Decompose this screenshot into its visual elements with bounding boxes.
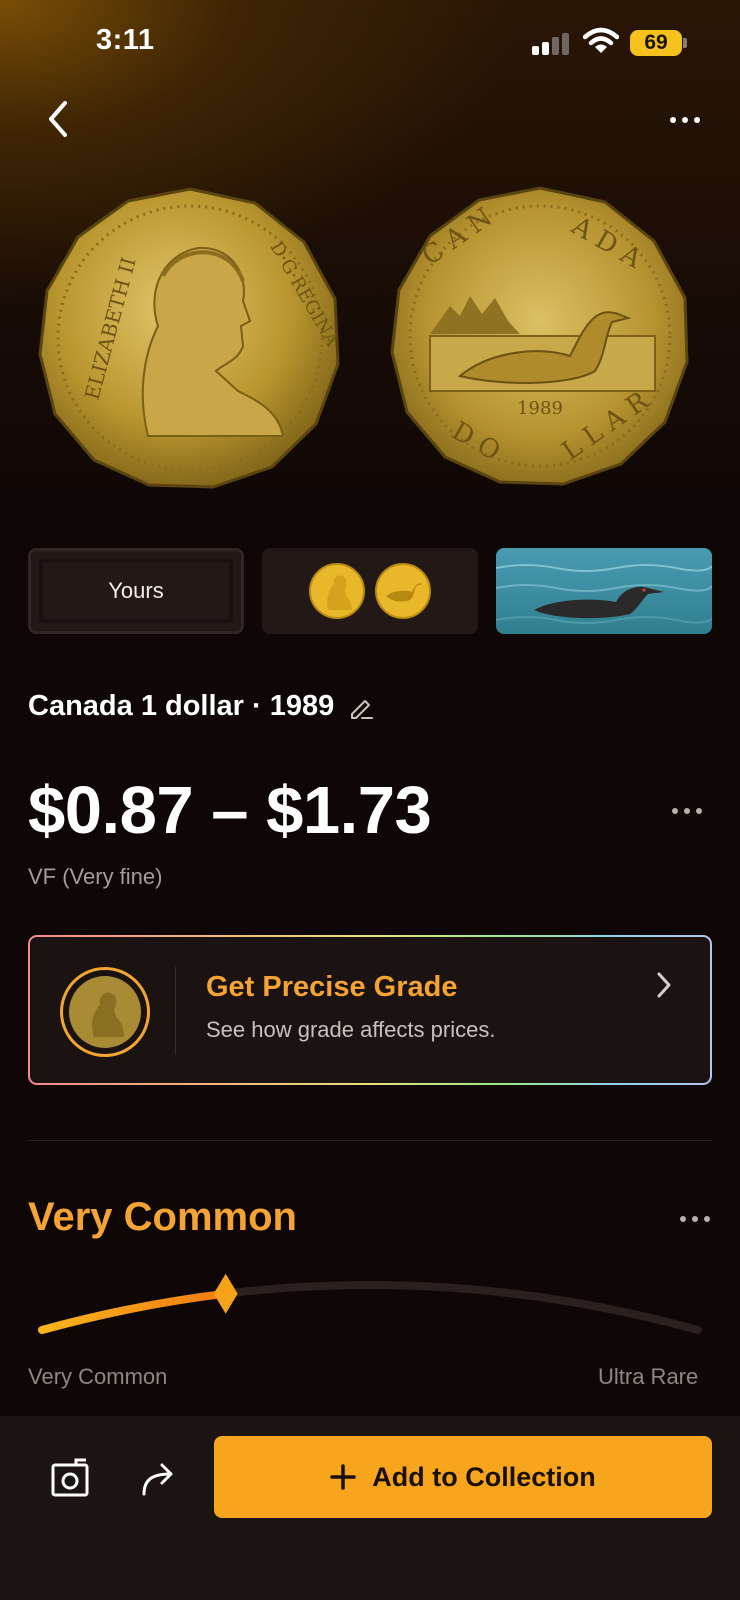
more-dot-icon — [672, 808, 678, 814]
plus-icon — [330, 1464, 356, 1490]
more-dot-icon — [696, 808, 702, 814]
rarity-scale-low-label: Very Common — [28, 1364, 168, 1389]
camera-button[interactable] — [48, 1456, 92, 1500]
share-button[interactable] — [138, 1456, 178, 1500]
coin-obverse-image[interactable]: ELIZABETH II D·G·REGINA — [38, 186, 343, 496]
grade-card-divider — [175, 967, 176, 1055]
rarity-scale — [38, 1273, 702, 1334]
rarity-marker-icon — [213, 1273, 238, 1314]
share-arrow-icon — [142, 1463, 173, 1496]
more-dot-icon — [704, 1216, 710, 1222]
camera-icon — [51, 1458, 89, 1497]
rarity-title: Very Common — [28, 1195, 297, 1239]
coin-obverse-thumbnail — [69, 976, 141, 1048]
more-dot-icon — [692, 1216, 698, 1222]
edit-pencil-icon[interactable] — [348, 694, 374, 720]
back-button[interactable] — [38, 96, 78, 142]
rarity-fill — [38, 1289, 230, 1334]
svg-text:1989: 1989 — [517, 398, 563, 419]
add-to-collection-label: Add to Collection — [372, 1461, 596, 1492]
grade-card-title: Get Precise Grade — [206, 971, 458, 1003]
grade-coin-avatar — [60, 967, 150, 1057]
coin-title: Canada 1 dollar · 1989 — [28, 690, 374, 723]
thumbnail-yours[interactable]: Yours — [28, 548, 244, 634]
thumbnail-reference-coins[interactable] — [262, 548, 478, 634]
add-to-collection-button[interactable]: Add to Collection — [214, 1436, 712, 1518]
cellular-signal-icon — [532, 33, 570, 55]
more-options-button[interactable] — [660, 100, 710, 140]
battery-indicator: 69 — [630, 30, 682, 56]
grade-card-subtitle: See how grade affects prices. — [206, 1017, 496, 1042]
thumbnail-loon-photo[interactable] — [496, 548, 712, 634]
price-more-button[interactable] — [672, 808, 702, 814]
chevron-left-icon — [49, 101, 67, 137]
grade-label: VF (Very fine) — [28, 864, 163, 889]
grade-card-body: Get Precise Grade See how grade affects … — [30, 937, 710, 1083]
more-dot-icon — [670, 117, 676, 123]
price-range: $0.87 – $1.73 — [28, 773, 432, 848]
coin-title-text: Canada 1 dollar · 1989 — [28, 690, 335, 722]
more-dot-icon — [684, 808, 690, 814]
get-precise-grade-card[interactable]: Get Precise Grade See how grade affects … — [28, 935, 712, 1085]
coin-reverse-image[interactable]: 1989 C A N A D A D O L L A R — [390, 186, 690, 491]
battery-tip — [683, 38, 687, 48]
more-dot-icon — [694, 117, 700, 123]
coin-obverse-thumbnail — [309, 563, 365, 619]
more-dot-icon — [680, 1216, 686, 1222]
chevron-right-icon — [657, 972, 671, 998]
wifi-icon — [582, 27, 620, 60]
rarity-more-button[interactable] — [680, 1216, 710, 1222]
rarity-scale-high-label: Ultra Rare — [598, 1364, 699, 1389]
coin-reverse-thumbnail — [375, 563, 431, 619]
status-time: 3:11 — [96, 24, 155, 56]
more-dot-icon — [682, 117, 688, 123]
section-divider — [28, 1140, 712, 1141]
thumbnail-yours-label: Yours — [108, 578, 164, 603]
